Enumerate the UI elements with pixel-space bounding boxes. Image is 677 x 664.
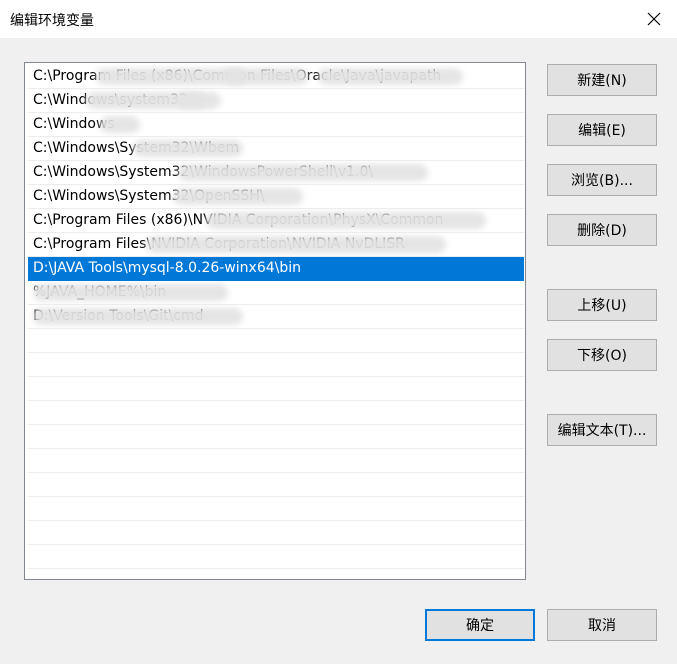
empty-row[interactable] [28, 329, 524, 353]
empty-row[interactable] [28, 425, 524, 449]
empty-row[interactable] [28, 473, 524, 497]
delete-button[interactable]: 删除(D) [547, 214, 657, 246]
redaction-mask [206, 212, 486, 229]
path-row[interactable]: C:\Program Files\NVIDIA Corporation\NVID… [28, 233, 524, 257]
path-list[interactable]: C:\Program Files (x86)\Common Files\Orac… [24, 62, 526, 580]
path-row[interactable]: C:\Windows\System32\WindowsPowerShell\v1… [28, 161, 524, 185]
ok-button[interactable]: 确定 [425, 609, 535, 641]
empty-row[interactable] [28, 353, 524, 377]
window-title: 编辑环境变量 [10, 13, 94, 29]
redaction-mask [178, 164, 428, 181]
empty-row[interactable] [28, 497, 524, 521]
redaction-mask [176, 92, 221, 109]
path-row[interactable]: C:\Windows [28, 113, 524, 137]
redaction-mask [223, 68, 308, 85]
redaction-mask [100, 116, 140, 133]
redaction-mask [318, 68, 463, 85]
move-down-button[interactable]: 下移(O) [547, 339, 657, 371]
path-row[interactable]: D:\Version Tools\Git\cmd [28, 305, 524, 329]
path-row[interactable]: C:\Program Files (x86)\Common Files\Orac… [28, 65, 524, 89]
empty-row[interactable] [28, 521, 524, 545]
move-up-button[interactable]: 上移(U) [547, 289, 657, 321]
close-button[interactable] [631, 0, 677, 38]
path-row[interactable]: C:\Windows\System32\Wbem [28, 137, 524, 161]
redaction-mask [133, 140, 243, 157]
browse-button[interactable]: 浏览(B)... [547, 164, 657, 196]
close-icon [647, 12, 661, 26]
new-button[interactable]: 新建(N) [547, 64, 657, 96]
redaction-mask [33, 284, 228, 301]
empty-row[interactable] [28, 449, 524, 473]
path-row[interactable]: %JAVA_HOME%\bin [28, 281, 524, 305]
redaction-mask [146, 236, 446, 253]
redaction-mask [33, 308, 243, 325]
title-bar: 编辑环境变量 [0, 0, 677, 38]
empty-row[interactable] [28, 545, 524, 569]
path-row[interactable]: C:\Program Files (x86)\NVIDIA Corporatio… [28, 209, 524, 233]
path-text: D:\JAVA Tools\mysql-8.0.26-winx64\bin [33, 260, 301, 276]
redaction-mask [173, 188, 303, 205]
cancel-button[interactable]: 取消 [547, 609, 657, 641]
path-row[interactable]: D:\JAVA Tools\mysql-8.0.26-winx64\bin [28, 257, 524, 281]
edit-text-button[interactable]: 编辑文本(T)... [547, 414, 657, 446]
edit-button[interactable]: 编辑(E) [547, 114, 657, 146]
path-row[interactable]: C:\Windows\system32 [28, 89, 524, 113]
path-row[interactable]: C:\Windows\System32\OpenSSH\ [28, 185, 524, 209]
empty-row[interactable] [28, 401, 524, 425]
empty-row[interactable] [28, 377, 524, 401]
